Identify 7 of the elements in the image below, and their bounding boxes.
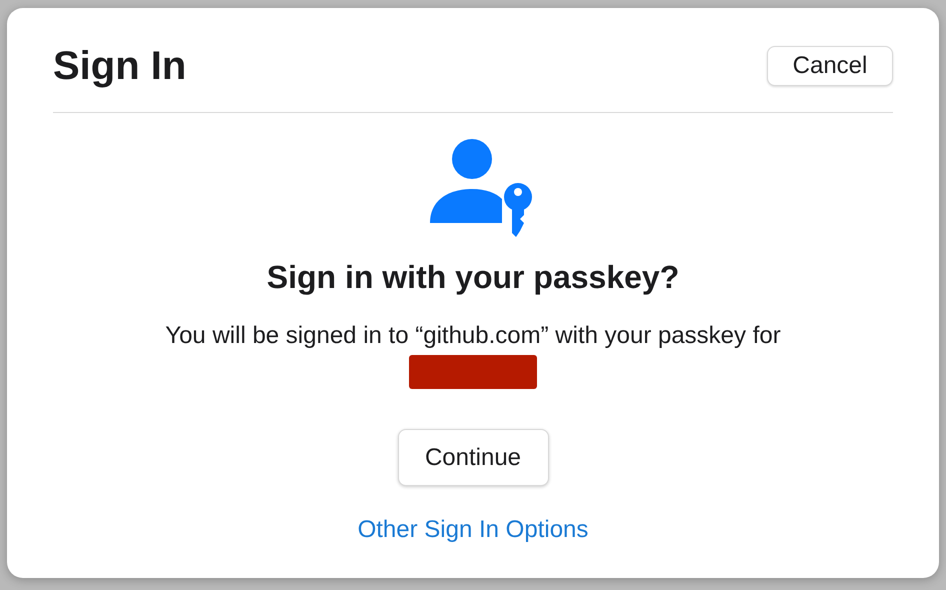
other-options-link[interactable]: Other Sign In Options [358,512,588,548]
dialog-message: You will be signed in to “github.com” with your passkey for [165,321,781,351]
dialog-title: Sign In [53,46,186,86]
continue-button[interactable]: Continue [398,429,548,486]
dialog-heading: Sign in with your passkey? [266,258,680,297]
person-key-icon [430,139,534,239]
cancel-button[interactable]: Cancel [767,46,893,86]
